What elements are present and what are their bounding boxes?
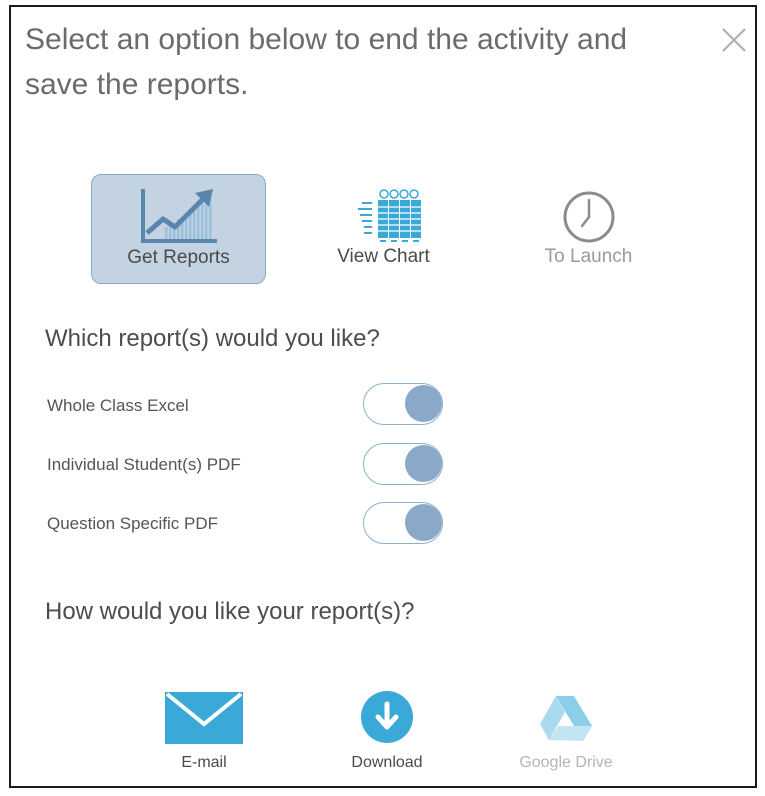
report-label-whole-class-excel: Whole Class Excel [47,396,189,415]
reports-heading: Which report(s) would you like? [45,325,380,352]
google-drive-icon [538,694,594,747]
toggle-knob [405,504,442,541]
delivery-google-drive-button[interactable]: Google Drive [496,690,636,785]
toggle-knob [405,385,442,422]
end-activity-dialog: Select an option below to end the activi… [9,5,757,788]
line-chart-icon [139,187,219,250]
close-button[interactable] [717,23,751,57]
option-label: To Launch [544,246,633,267]
option-label: View Chart [337,246,430,267]
option-label: Get Reports [127,247,230,268]
dialog-title: Select an option below to end the activi… [25,23,628,101]
toggle-question-specific-pdf[interactable] [363,502,443,544]
close-icon [722,28,746,52]
delivery-label: Download [351,754,423,771]
option-get-reports[interactable]: Get Reports [91,174,266,284]
option-to-launch[interactable]: To Launch [501,174,676,284]
delivery-email-button[interactable]: E-mail [134,690,274,785]
delivery-label: Google Drive [519,754,613,771]
report-label-question-specific-pdf: Question Specific PDF [47,514,219,533]
delivery-heading: How would you like your report(s)? [45,598,415,625]
download-icon [360,690,414,749]
results-grid-icon [336,188,432,249]
report-label-individual-student-pdf: Individual Student(s) PDF [47,455,241,474]
delivery-label: E-mail [181,754,227,771]
delivery-download-button[interactable]: Download [317,690,457,785]
option-view-chart[interactable]: View Chart [296,174,471,284]
toggle-knob [405,445,442,482]
envelope-icon [165,692,243,749]
toggle-whole-class-excel[interactable] [363,383,443,425]
toggle-individual-student-pdf[interactable] [363,443,443,485]
clock-icon [562,190,616,249]
